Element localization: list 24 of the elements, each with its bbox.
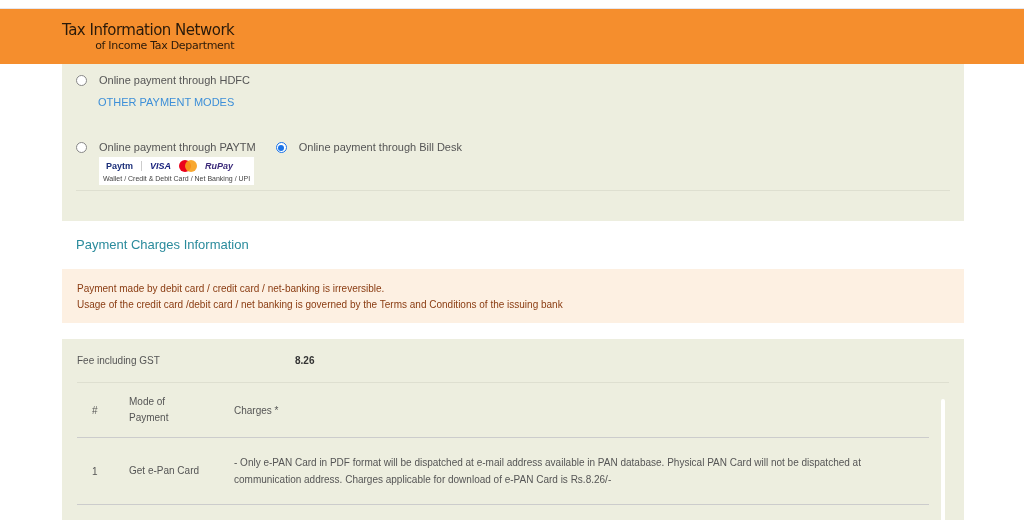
radio-button[interactable] [76, 75, 87, 86]
notice-text: Usage of the credit card /debit card / net banking is governed by the Terms and Conditions of the issuing bank [77, 298, 564, 310]
radio-button[interactable] [275, 142, 287, 153]
table-cell-text: - Only e-PAN Card in PDF format will be dispatched at e-mail address available in PAN database. Physical PAN Card will not be dispatched at communication address. Charges applicable for download of e-PAN Card is Rs.8.26/- [234, 456, 862, 487]
fee-label: Fee including GST [77, 355, 161, 366]
radio-button[interactable] [76, 142, 87, 153]
table-cell-text: 1 [91, 465, 99, 477]
notice-text: Payment made by debit card / credit card / net-banking is irreversible. [77, 282, 386, 294]
option-label: Online payment through PAYTM [99, 141, 256, 153]
site-subtitle: of Income Tax Department [95, 39, 235, 52]
other-modes-link[interactable]: OTHER PAYMENT MODES [98, 96, 950, 108]
table-cell-text: Get e-Pan Card [129, 464, 201, 478]
rupay-logo: RuPay [205, 161, 234, 171]
section-title: Payment Charges Information [76, 237, 250, 254]
site-title: Tax Information Network [62, 21, 235, 39]
mastercard-icon [179, 160, 198, 172]
column-header: # [91, 404, 99, 416]
paytm-logo: Paytm [106, 161, 133, 171]
column-header: Mode of Payment [129, 395, 170, 425]
visa-logo: VISA [150, 161, 172, 171]
option-label: Online payment through Bill Desk [298, 141, 462, 153]
fee-value: 8.26 [295, 355, 315, 366]
column-header: Charges * [234, 403, 280, 418]
option-label: Online payment through HDFC [99, 74, 250, 86]
